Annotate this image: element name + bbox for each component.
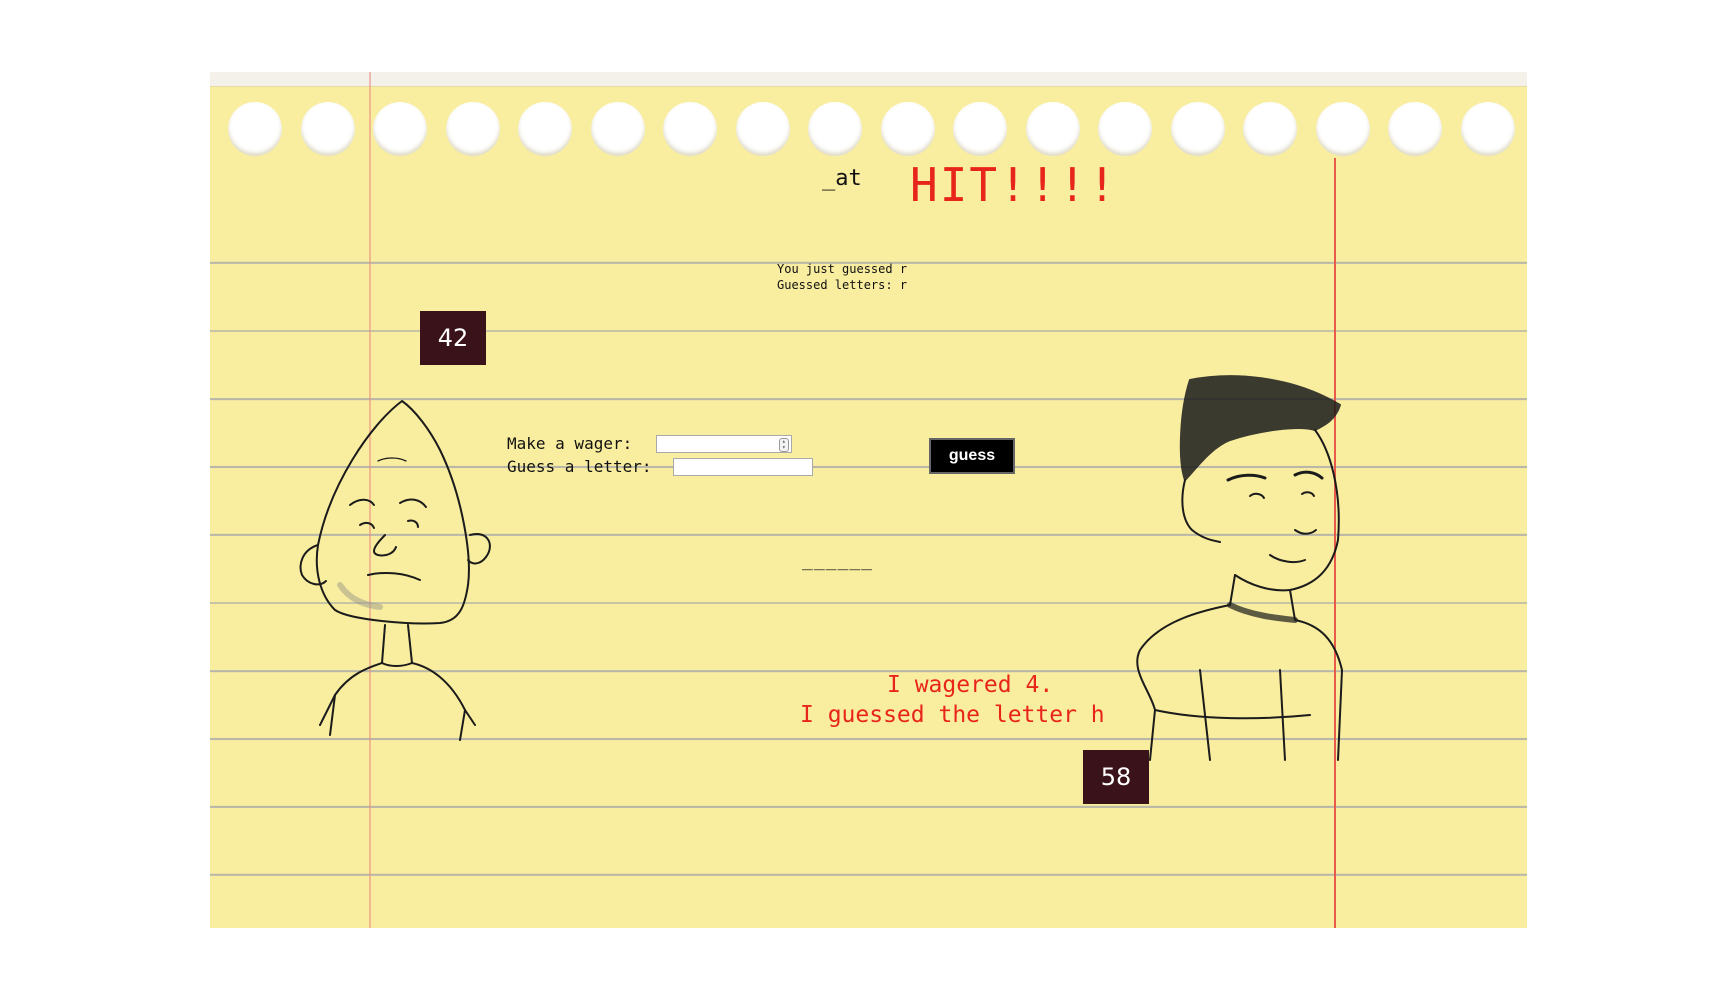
letter-row: Guess a letter: <box>507 455 814 478</box>
binder-hole <box>1170 102 1225 156</box>
opponent-character-icon <box>1136 375 1343 761</box>
opponent-word-blanks: ______ <box>802 550 874 571</box>
binder-hole <box>808 102 862 156</box>
letter-label: Guess a letter: <box>507 457 662 476</box>
binder-hole <box>228 102 282 156</box>
player-score-badge: 42 <box>420 311 486 365</box>
binder-hole <box>1460 102 1515 156</box>
guess-button[interactable]: guess <box>929 438 1015 474</box>
binder-hole <box>1025 102 1080 156</box>
torn-edge <box>210 72 1527 87</box>
binder-hole <box>1315 102 1370 156</box>
guess-form: Make a wager: ▴ ▾ Guess a letter: <box>507 432 814 478</box>
word-progress: _at <box>822 166 862 191</box>
letter-input[interactable] <box>673 457 814 476</box>
binder-hole <box>590 102 645 156</box>
binder-hole <box>445 102 500 156</box>
player-character-icon <box>299 400 491 741</box>
binder-hole <box>663 102 717 156</box>
binder-hole <box>300 102 355 156</box>
wager-row: Make a wager: ▴ ▾ <box>507 432 813 455</box>
wager-field-wrapper: ▴ ▾ <box>655 434 792 453</box>
wager-input[interactable] <box>656 439 779 453</box>
wager-spinner-icon[interactable]: ▴ ▾ <box>778 437 789 452</box>
wager-label: Make a wager: <box>507 434 642 453</box>
last-guess-text: You just guessed r <box>777 262 908 276</box>
result-text: HIT!!!! <box>910 158 1118 212</box>
binder-hole <box>1243 102 1297 156</box>
binder-hole <box>1388 102 1442 156</box>
binder-hole <box>518 102 572 156</box>
binder-hole <box>735 102 790 156</box>
binder-hole <box>1098 102 1152 156</box>
binder-hole <box>880 102 935 156</box>
binder-hole <box>373 102 427 156</box>
binder-hole <box>953 102 1007 156</box>
guess-info: You just guessed r Guessed letters: r <box>777 261 907 293</box>
guessed-letters-text: Guessed letters: r <box>777 278 908 292</box>
